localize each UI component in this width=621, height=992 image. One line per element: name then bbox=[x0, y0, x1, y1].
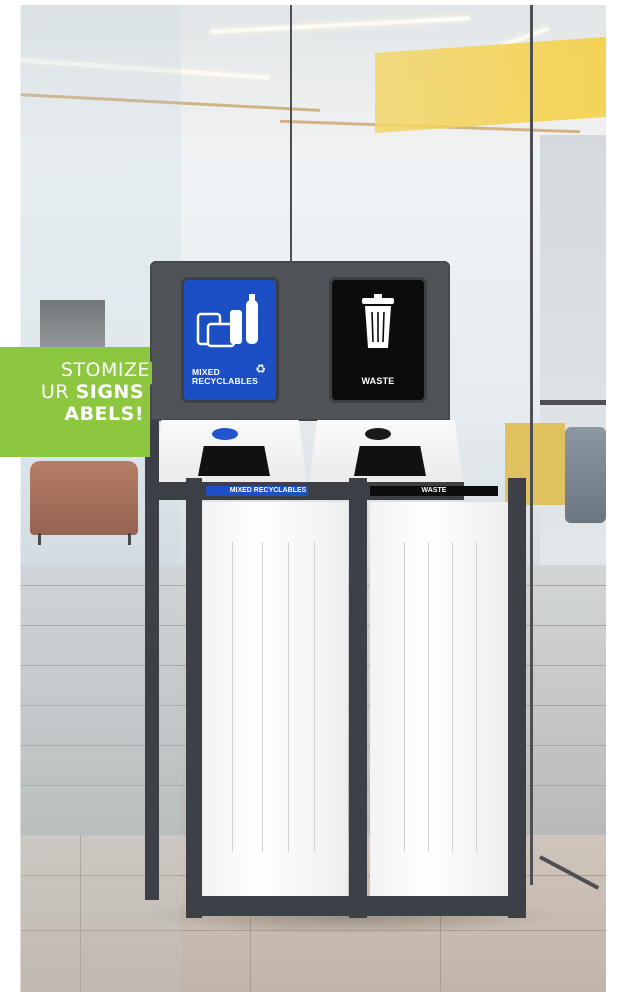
frame-post-right bbox=[508, 478, 526, 918]
promo-line-3: ABELS! bbox=[64, 403, 144, 425]
recycle-sign-line2: RECYCLABLES bbox=[192, 376, 258, 386]
frame-post-left bbox=[145, 420, 159, 900]
bin-opening bbox=[354, 446, 426, 476]
trash-can-icon bbox=[362, 294, 394, 348]
frame-post-front-left bbox=[186, 478, 202, 918]
customize-promo-banner: STOMIZE UR SIGNS ABELS! bbox=[0, 347, 152, 457]
waste-sign-label: WASTE bbox=[361, 376, 395, 386]
recycling-station: ♻ MIXED RECYCLABLES WASTE MIXED RECYCLAB… bbox=[0, 0, 621, 992]
frame-base bbox=[186, 896, 526, 916]
waste-sign: WASTE bbox=[332, 280, 424, 400]
waste-badge-icon bbox=[365, 428, 391, 440]
recycling-sign: ♻ MIXED RECYCLABLES bbox=[184, 280, 276, 400]
recycling-bin: MIXED RECYCLABLES bbox=[152, 420, 348, 900]
waste-bin: WASTE bbox=[308, 420, 508, 900]
waste-bin-label: WASTE bbox=[370, 486, 498, 496]
recycle-badge-icon bbox=[212, 428, 238, 440]
bin-opening bbox=[198, 446, 270, 476]
promo-line-2: UR bbox=[40, 381, 76, 403]
bin-door bbox=[370, 502, 508, 896]
recyclables-icon bbox=[196, 294, 258, 348]
frame-post-middle bbox=[349, 478, 367, 918]
promo-line-1: STOMIZE bbox=[60, 359, 150, 381]
promo-line-2-bold: SIGNS bbox=[75, 381, 144, 403]
